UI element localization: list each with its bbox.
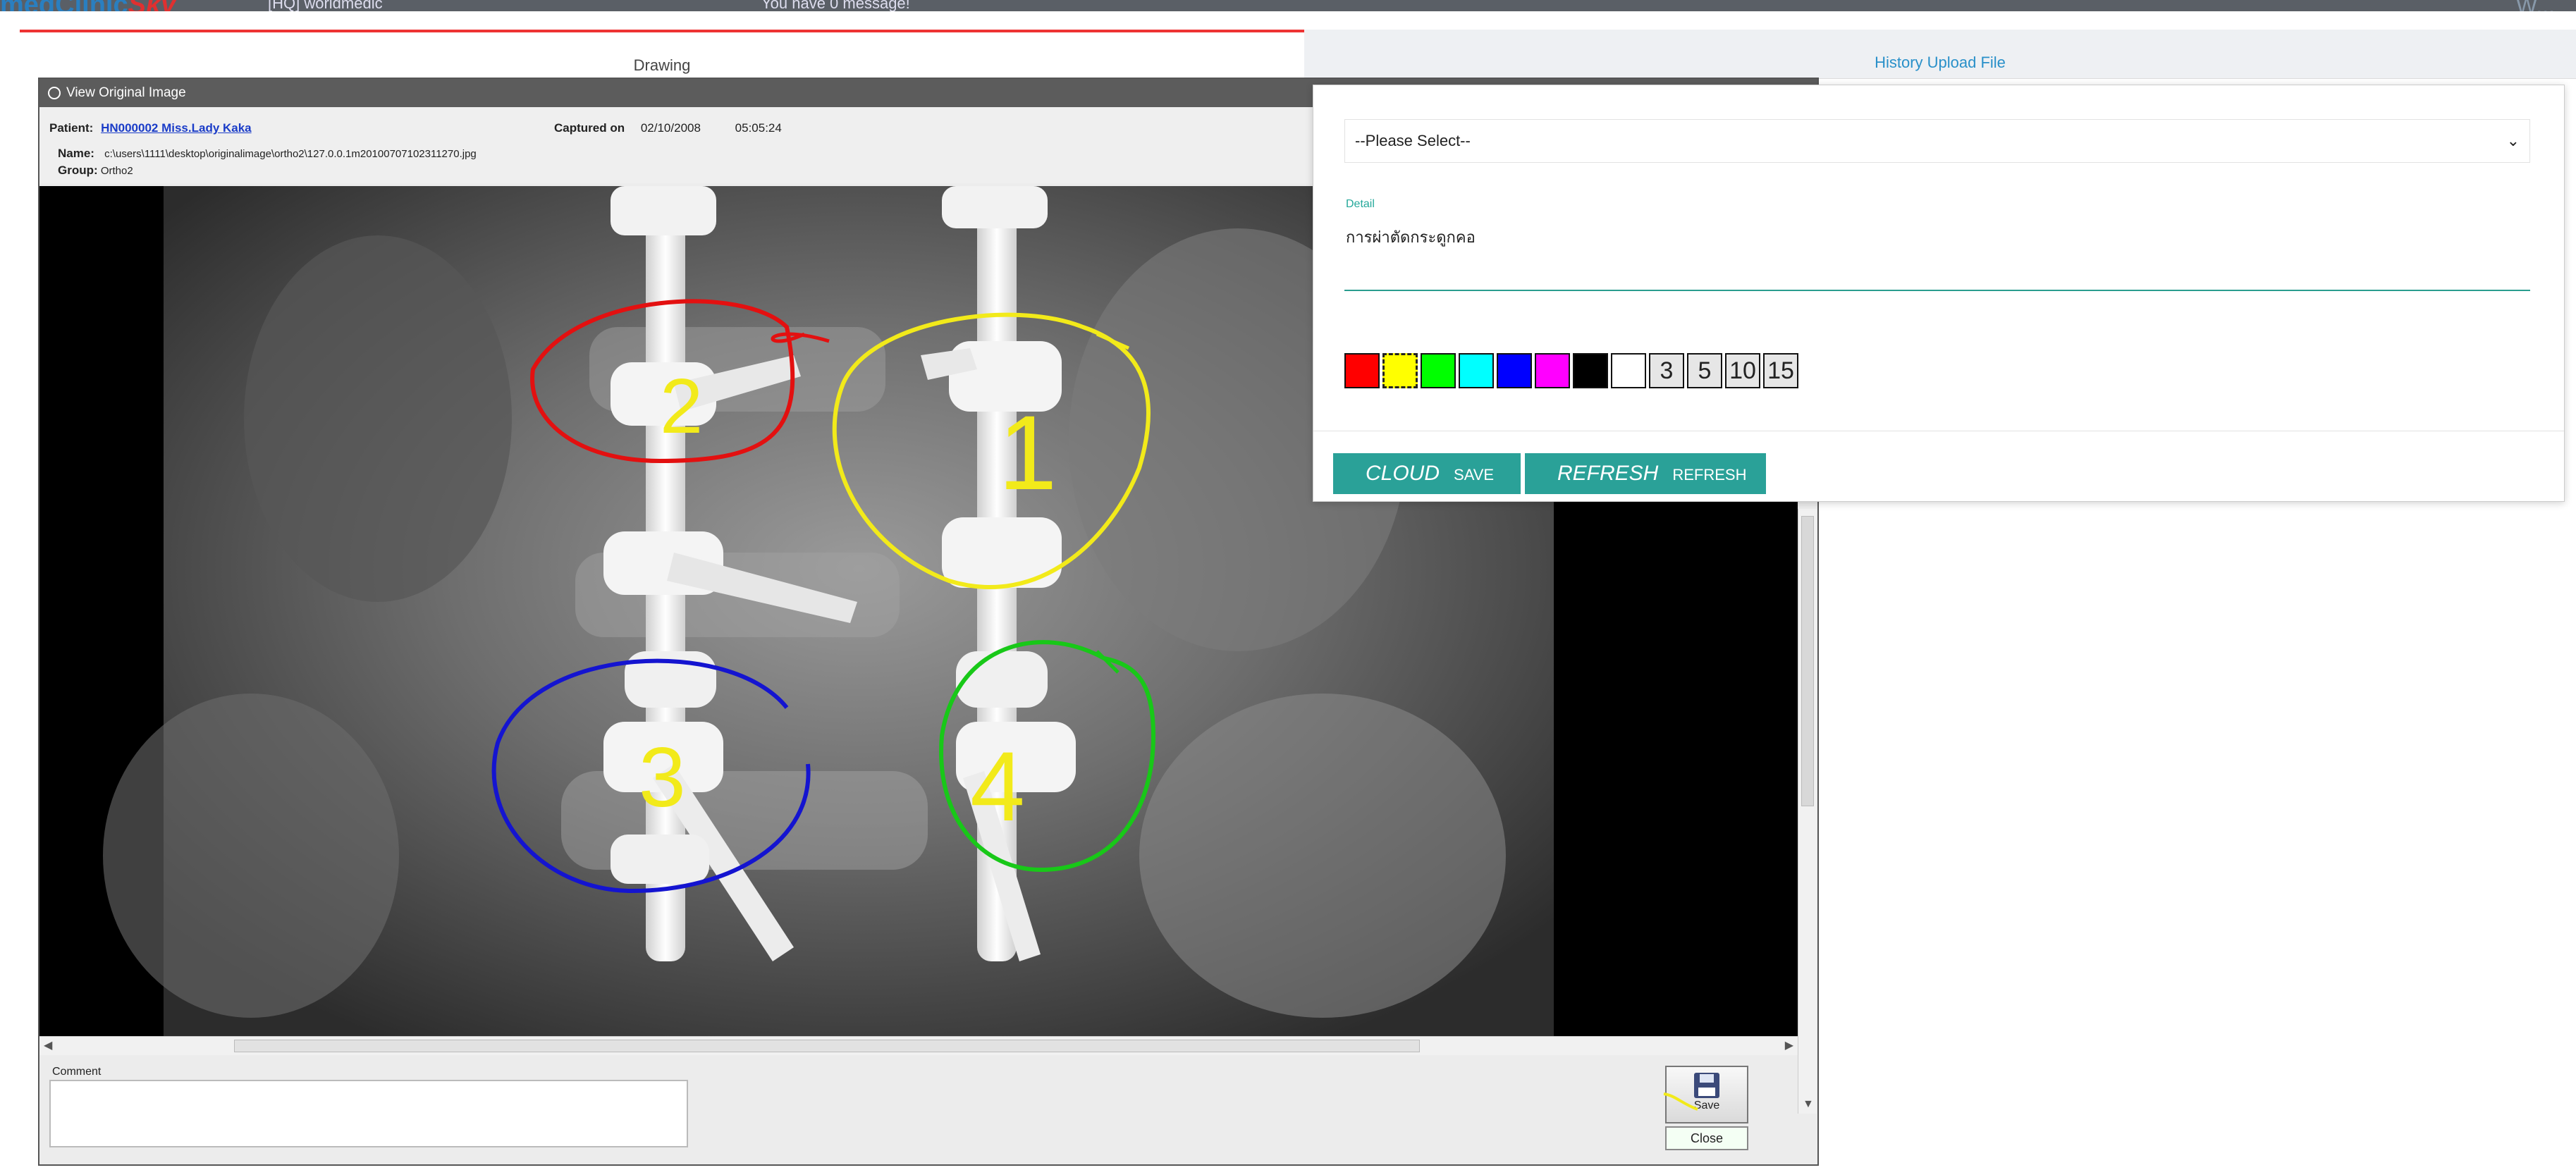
color-swatch[interactable]	[1421, 353, 1456, 388]
tab-drawing[interactable]: Drawing	[20, 30, 1304, 79]
background-hospital: [HQ] worldmedic	[268, 0, 383, 11]
background-header: medClinicSky [HQ] worldmedic You have 0 …	[0, 0, 2576, 11]
file-name-line: Name: c:\users\1111\desktop\originalimag…	[58, 147, 477, 161]
annotation-number-3: 3	[639, 730, 686, 825]
scroll-down-arrow-icon[interactable]: ▼	[1803, 1098, 1814, 1111]
color-swatch[interactable]	[1573, 353, 1608, 388]
window-icon	[48, 86, 61, 99]
detail-underline	[1344, 290, 2530, 291]
annotation-number-4: 4	[970, 731, 1025, 842]
patient-label: Patient:	[49, 121, 94, 135]
xray-tissue	[1139, 694, 1506, 1018]
horizontal-scrollbar[interactable]: ◀ ▶	[39, 1036, 1798, 1055]
captured-date: 02/10/2008	[640, 121, 701, 135]
brush-size-button[interactable]: 3	[1649, 353, 1684, 388]
brand-suffix: Sky	[128, 0, 176, 11]
category-select[interactable]: --Please Select-- ⌄	[1344, 119, 2530, 163]
patient-line: Patient: HN000002 Miss.Lady Kaka	[49, 121, 252, 135]
vertical-scroll-thumb[interactable]	[1801, 516, 1814, 806]
scribble-mark	[1663, 1092, 1698, 1111]
close-button[interactable]: Close	[1665, 1126, 1748, 1150]
color-swatch[interactable]	[1497, 353, 1532, 388]
background-message: You have 0 message!	[761, 0, 910, 11]
refresh-icon: refresh	[1557, 462, 1659, 485]
background-right-text: W...	[2516, 0, 2555, 11]
brush-size-button[interactable]: 5	[1687, 353, 1722, 388]
implant-screw	[956, 651, 1048, 708]
horizontal-scroll-thumb[interactable]	[234, 1040, 1420, 1052]
chevron-down-icon: ⌄	[2506, 132, 2520, 149]
color-swatch[interactable]	[1535, 353, 1570, 388]
cloud-save-button[interactable]: cloud SAVE	[1333, 453, 1521, 494]
tab-history-upload-file[interactable]: History Upload File	[1304, 30, 2576, 79]
captured-time: 05:05:24	[735, 121, 782, 135]
brush-size-button[interactable]: 15	[1763, 353, 1798, 388]
implant-screw	[611, 835, 709, 884]
refresh-button[interactable]: refresh REFRESH	[1525, 453, 1766, 494]
color-swatch[interactable]	[1382, 353, 1418, 388]
name-label: Name:	[58, 147, 94, 160]
color-swatch[interactable]	[1459, 353, 1494, 388]
file-path: c:\users\1111\desktop\originalimage\orth…	[104, 148, 477, 160]
vertical-scrollbar[interactable]: ▼	[1798, 509, 1817, 1114]
detail-input[interactable]: การผ่าตัดกระดูกคอ	[1346, 225, 1476, 250]
refresh-button-label: REFRESH	[1672, 466, 1747, 484]
annotation-number-2: 2	[660, 363, 703, 450]
group-value: Ortho2	[100, 165, 133, 177]
color-swatch[interactable]	[1344, 353, 1380, 388]
implant-screw	[611, 186, 716, 235]
color-swatch[interactable]	[1611, 353, 1646, 388]
cloud-icon: cloud	[1366, 462, 1440, 485]
detail-label: Detail	[1346, 198, 1375, 210]
select-value: --Please Select--	[1355, 132, 1471, 149]
scroll-left-arrow-icon[interactable]: ◀	[44, 1038, 52, 1052]
drawing-form-panel: --Please Select-- ⌄ Detail การผ่าตัดกระด…	[1313, 85, 2565, 502]
scroll-right-arrow-icon[interactable]: ▶	[1785, 1038, 1793, 1052]
brush-size-button[interactable]: 10	[1725, 353, 1760, 388]
drawing-modal: Drawing History Upload File View Origina…	[0, 11, 2576, 1170]
captured-label: Captured on	[554, 121, 625, 135]
background-brand-logo: medClinicSky	[0, 0, 176, 11]
captured-line: Captured on 02/10/2008 05:05:24	[554, 121, 782, 135]
group-label: Group:	[58, 164, 98, 177]
xray-tissue	[103, 694, 399, 1018]
patient-link[interactable]: HN000002 Miss.Lady Kaka	[101, 121, 252, 135]
comment-input[interactable]	[49, 1080, 688, 1147]
save-button-label: SAVE	[1454, 466, 1495, 484]
brand-name: medClinic	[0, 0, 128, 11]
implant-screw	[942, 186, 1048, 228]
comment-label: Comment	[52, 1066, 102, 1078]
viewer-title: View Original Image	[66, 85, 186, 100]
xray-tissue	[244, 235, 512, 602]
annotation-number-1: 1	[998, 393, 1057, 512]
group-line: Group: Ortho2	[58, 164, 133, 178]
